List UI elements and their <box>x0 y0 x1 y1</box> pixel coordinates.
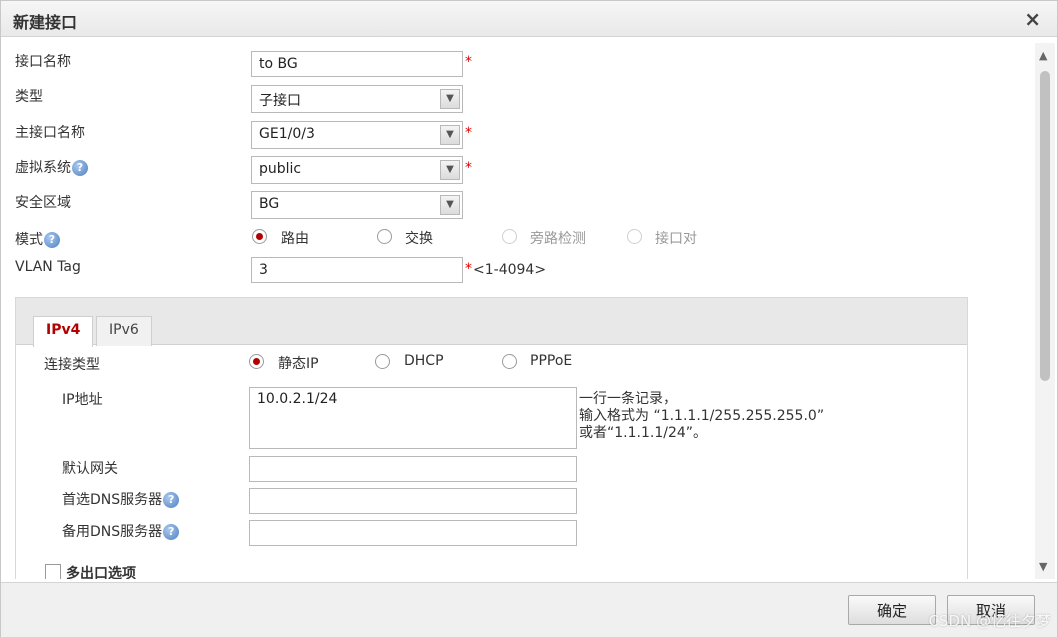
connection-radio-static-label: 静态IP <box>278 356 319 372</box>
tab-ipv6[interactable]: IPv6 <box>96 316 152 346</box>
dialog-title: 新建接口 <box>13 13 78 32</box>
mode-radio-bypass <box>502 229 517 244</box>
connection-radio-dhcp-label: DHCP <box>404 353 444 369</box>
security-zone-select-value: BG <box>259 196 280 212</box>
default-gateway-label: 默认网关 <box>62 461 118 477</box>
ip-address-hint-line3: 或者“1.1.1.1/24”。 <box>579 425 708 441</box>
secondary-dns-label: 备用DNS服务器? <box>62 521 180 541</box>
vlan-tag-range: <1-4094> <box>473 262 547 278</box>
type-select[interactable]: 子接口 ▼ <box>251 85 463 113</box>
security-zone-label: 安全区域 <box>15 195 71 211</box>
required-marker: * <box>465 261 472 277</box>
scroll-up-icon[interactable]: ▲ <box>1039 49 1047 62</box>
mode-radio-interface-pair-label: 接口对 <box>655 231 697 247</box>
ip-address-textarea[interactable]: 10.0.2.1/24 <box>249 387 577 449</box>
tab-strip: IPv4 IPv6 <box>16 298 967 347</box>
dialog-titlebar: 新建接口 × <box>1 1 1057 37</box>
content-scrollbar[interactable]: ▲ ▼ <box>1035 43 1055 579</box>
ip-settings-panel: IPv4 IPv6 连接类型 静态IP DHCP PPPoE IP地址 10.0… <box>15 297 968 579</box>
connection-radio-pppoe[interactable] <box>502 354 517 369</box>
secondary-dns-label-text: 备用DNS服务器 <box>62 524 163 540</box>
virtual-system-select[interactable]: public ▼ <box>251 156 463 184</box>
primary-dns-input[interactable] <box>249 488 577 514</box>
help-icon[interactable]: ? <box>163 492 180 508</box>
ip-address-label: IP地址 <box>62 392 103 408</box>
ip-address-hint-line2: 输入格式为 “1.1.1.1/255.255.255.0” <box>579 408 825 424</box>
virtual-system-label: 虚拟系统? <box>15 157 88 177</box>
scroll-down-icon[interactable]: ▼ <box>1039 560 1047 573</box>
interface-name-input[interactable] <box>251 51 463 77</box>
mode-label-text: 模式 <box>15 232 43 248</box>
connection-type-label: 连接类型 <box>44 357 100 373</box>
main-interface-select[interactable]: GE1/0/3 ▼ <box>251 121 463 149</box>
mode-radio-switching-label: 交换 <box>405 231 433 247</box>
help-icon[interactable]: ? <box>44 232 60 248</box>
chevron-down-icon[interactable]: ▼ <box>440 195 460 215</box>
interface-name-label: 接口名称 <box>15 54 71 70</box>
vlan-tag-input[interactable] <box>251 257 463 283</box>
required-marker: * <box>465 125 472 141</box>
mode-radio-interface-pair <box>627 229 642 244</box>
mode-radio-switching[interactable] <box>377 229 392 244</box>
default-gateway-input[interactable] <box>249 456 577 482</box>
main-interface-label: 主接口名称 <box>15 125 85 141</box>
main-interface-select-value: GE1/0/3 <box>259 126 315 142</box>
mode-label: 模式? <box>15 229 60 249</box>
watermark: CSDN @忆往夕梦 <box>928 612 1051 630</box>
help-icon[interactable]: ? <box>72 160 88 176</box>
virtual-system-label-text: 虚拟系统 <box>15 160 71 176</box>
ip-address-hint-line1: 一行一条记录， <box>579 391 677 407</box>
mode-radio-routing[interactable] <box>252 229 267 244</box>
ok-button[interactable]: 确定 <box>848 595 936 625</box>
dialog-content: 接口名称 * 类型 子接口 ▼ 主接口名称 GE1/0/3 ▼ * 虚拟系统? … <box>5 41 1035 579</box>
primary-dns-label-text: 首选DNS服务器 <box>62 492 163 508</box>
multi-egress-checkbox[interactable] <box>45 564 61 579</box>
tab-ipv4[interactable]: IPv4 <box>33 316 94 347</box>
virtual-system-select-value: public <box>259 161 302 177</box>
secondary-dns-input[interactable] <box>249 520 577 546</box>
connection-radio-dhcp[interactable] <box>375 354 390 369</box>
required-marker: * <box>465 160 472 176</box>
type-select-value: 子接口 <box>259 93 301 109</box>
vlan-tag-label: VLAN Tag <box>15 259 81 275</box>
security-zone-select[interactable]: BG ▼ <box>251 191 463 219</box>
multi-egress-label: 多出口选项 <box>66 566 136 579</box>
connection-radio-pppoe-label: PPPoE <box>530 353 573 369</box>
chevron-down-icon[interactable]: ▼ <box>440 160 460 180</box>
connection-radio-static[interactable] <box>249 354 264 369</box>
type-label: 类型 <box>15 89 43 105</box>
chevron-down-icon[interactable]: ▼ <box>440 125 460 145</box>
chevron-down-icon[interactable]: ▼ <box>440 89 460 109</box>
dialog-footer: 确定 取消 CSDN @忆往夕梦 <box>1 582 1057 637</box>
new-interface-dialog: 新建接口 × 接口名称 * 类型 子接口 ▼ 主接口名称 GE1/0/3 ▼ *… <box>0 0 1058 637</box>
close-icon[interactable]: × <box>1024 7 1041 31</box>
primary-dns-label: 首选DNS服务器? <box>62 489 180 509</box>
scroll-thumb[interactable] <box>1040 71 1050 381</box>
required-marker: * <box>465 54 472 70</box>
mode-radio-bypass-label: 旁路检测 <box>530 231 586 247</box>
help-icon[interactable]: ? <box>163 524 180 540</box>
mode-radio-routing-label: 路由 <box>281 231 309 247</box>
